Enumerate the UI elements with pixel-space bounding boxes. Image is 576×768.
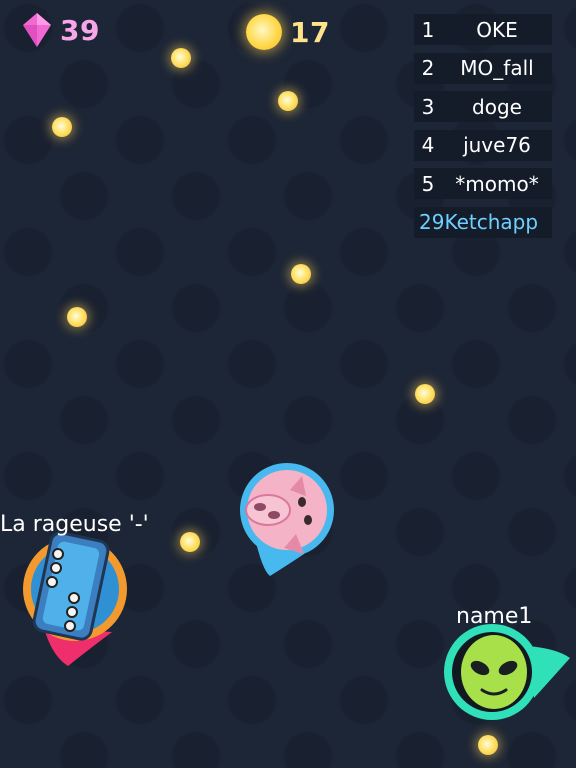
leaderboard-name: *momo* xyxy=(455,171,539,196)
player-pig xyxy=(240,462,340,582)
leaderboard-rank: 2 xyxy=(421,56,435,80)
food-pellet xyxy=(278,91,298,111)
player-alien xyxy=(444,624,574,724)
leaderboard-rank: 3 xyxy=(421,94,435,119)
leaderboard-rank: 5 xyxy=(421,171,435,196)
pink-diamond-icon xyxy=(23,13,51,47)
leaderboard-row: 4 juve76 xyxy=(414,129,552,161)
food-pellet xyxy=(415,384,435,404)
gem-count: 39 xyxy=(60,13,100,47)
leaderboard-rank: 1 xyxy=(421,17,435,42)
food-pellet xyxy=(291,264,311,284)
leaderboard-name: MO_fall xyxy=(460,56,534,80)
leaderboard-row: 5 *momo* xyxy=(414,168,552,199)
leaderboard-row-self: 29 Ketchapp xyxy=(414,206,552,238)
alien-avatar xyxy=(444,624,570,720)
player-name-alien: name1 xyxy=(456,604,533,629)
pig-avatar xyxy=(240,463,334,576)
coin-counter: 17 xyxy=(246,14,330,50)
leaderboard-row: 1 OKE xyxy=(414,14,552,45)
food-pellet xyxy=(52,117,72,137)
train-avatar xyxy=(23,531,127,666)
food-pellet xyxy=(171,48,191,68)
gem-counter: 39 xyxy=(22,12,100,48)
gold-coin-icon xyxy=(246,14,282,50)
food-pellet xyxy=(478,735,498,755)
leaderboard-row: 3 doge xyxy=(414,91,552,122)
leaderboard-name: juve76 xyxy=(463,133,531,157)
leaderboard-name: doge xyxy=(472,94,522,119)
leaderboard-rank: 29 xyxy=(419,210,445,234)
food-pellet xyxy=(180,532,200,552)
leaderboard-name: Ketchapp xyxy=(444,210,539,234)
leaderboard-rank: 4 xyxy=(421,133,435,157)
player-train xyxy=(22,531,132,671)
leaderboard-row: 2 MO_fall xyxy=(414,52,552,84)
leaderboard: 1 OKE 2 MO_fall 3 doge 4 juve76 5 *momo*… xyxy=(414,14,552,245)
player-name-train: La rageuse '-' xyxy=(0,512,149,537)
leaderboard-name: OKE xyxy=(476,17,518,42)
coin-count: 17 xyxy=(290,15,330,49)
food-pellet xyxy=(67,307,87,327)
